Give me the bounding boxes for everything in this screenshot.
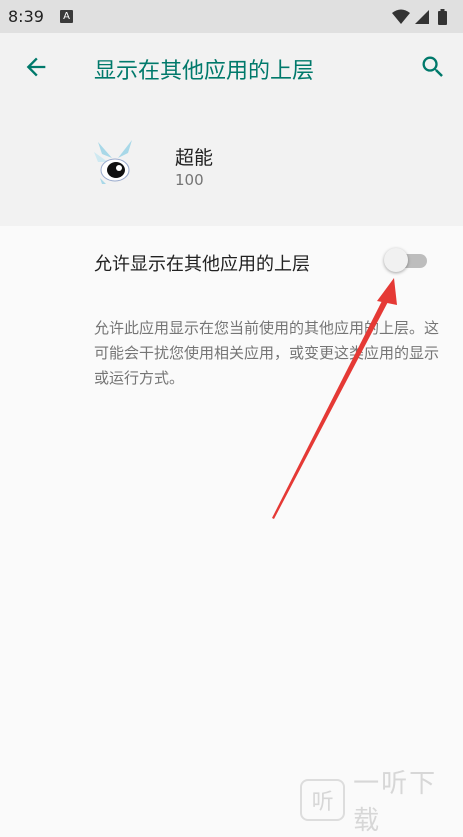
app-version: 100	[175, 171, 204, 189]
watermark-logo: 听	[300, 779, 346, 821]
arrow-left-icon[interactable]	[22, 53, 50, 81]
allow-overlay-toggle[interactable]	[384, 247, 430, 273]
allow-overlay-setting[interactable]: 允许显示在其他应用的上层	[0, 230, 463, 290]
notification-a-icon: A	[60, 10, 73, 23]
battery-icon	[438, 9, 447, 25]
page-title: 显示在其他应用的上层	[94, 59, 315, 84]
watermark-text: 一听下载	[353, 769, 438, 836]
app-name: 超能	[175, 147, 214, 169]
status-icons	[391, 8, 453, 30]
search-icon[interactable]	[419, 53, 447, 81]
status-bar: 8:39 A	[0, 0, 463, 33]
app-icon	[92, 138, 138, 188]
setting-description: 允许此应用显示在您当前使用的其他应用的上层。这可能会干扰您使用相关应用，或变更这…	[94, 319, 440, 387]
setting-label: 允许显示在其他应用的上层	[94, 254, 310, 275]
status-time: 8:39	[8, 7, 44, 26]
watermark: 听 一听下载	[300, 769, 463, 836]
app-bar: 显示在其他应用的上层	[0, 33, 463, 103]
signal-icon	[415, 10, 429, 24]
app-header: 超能 100	[0, 103, 463, 226]
toggle-thumb	[384, 248, 408, 272]
wifi-icon	[392, 9, 410, 24]
